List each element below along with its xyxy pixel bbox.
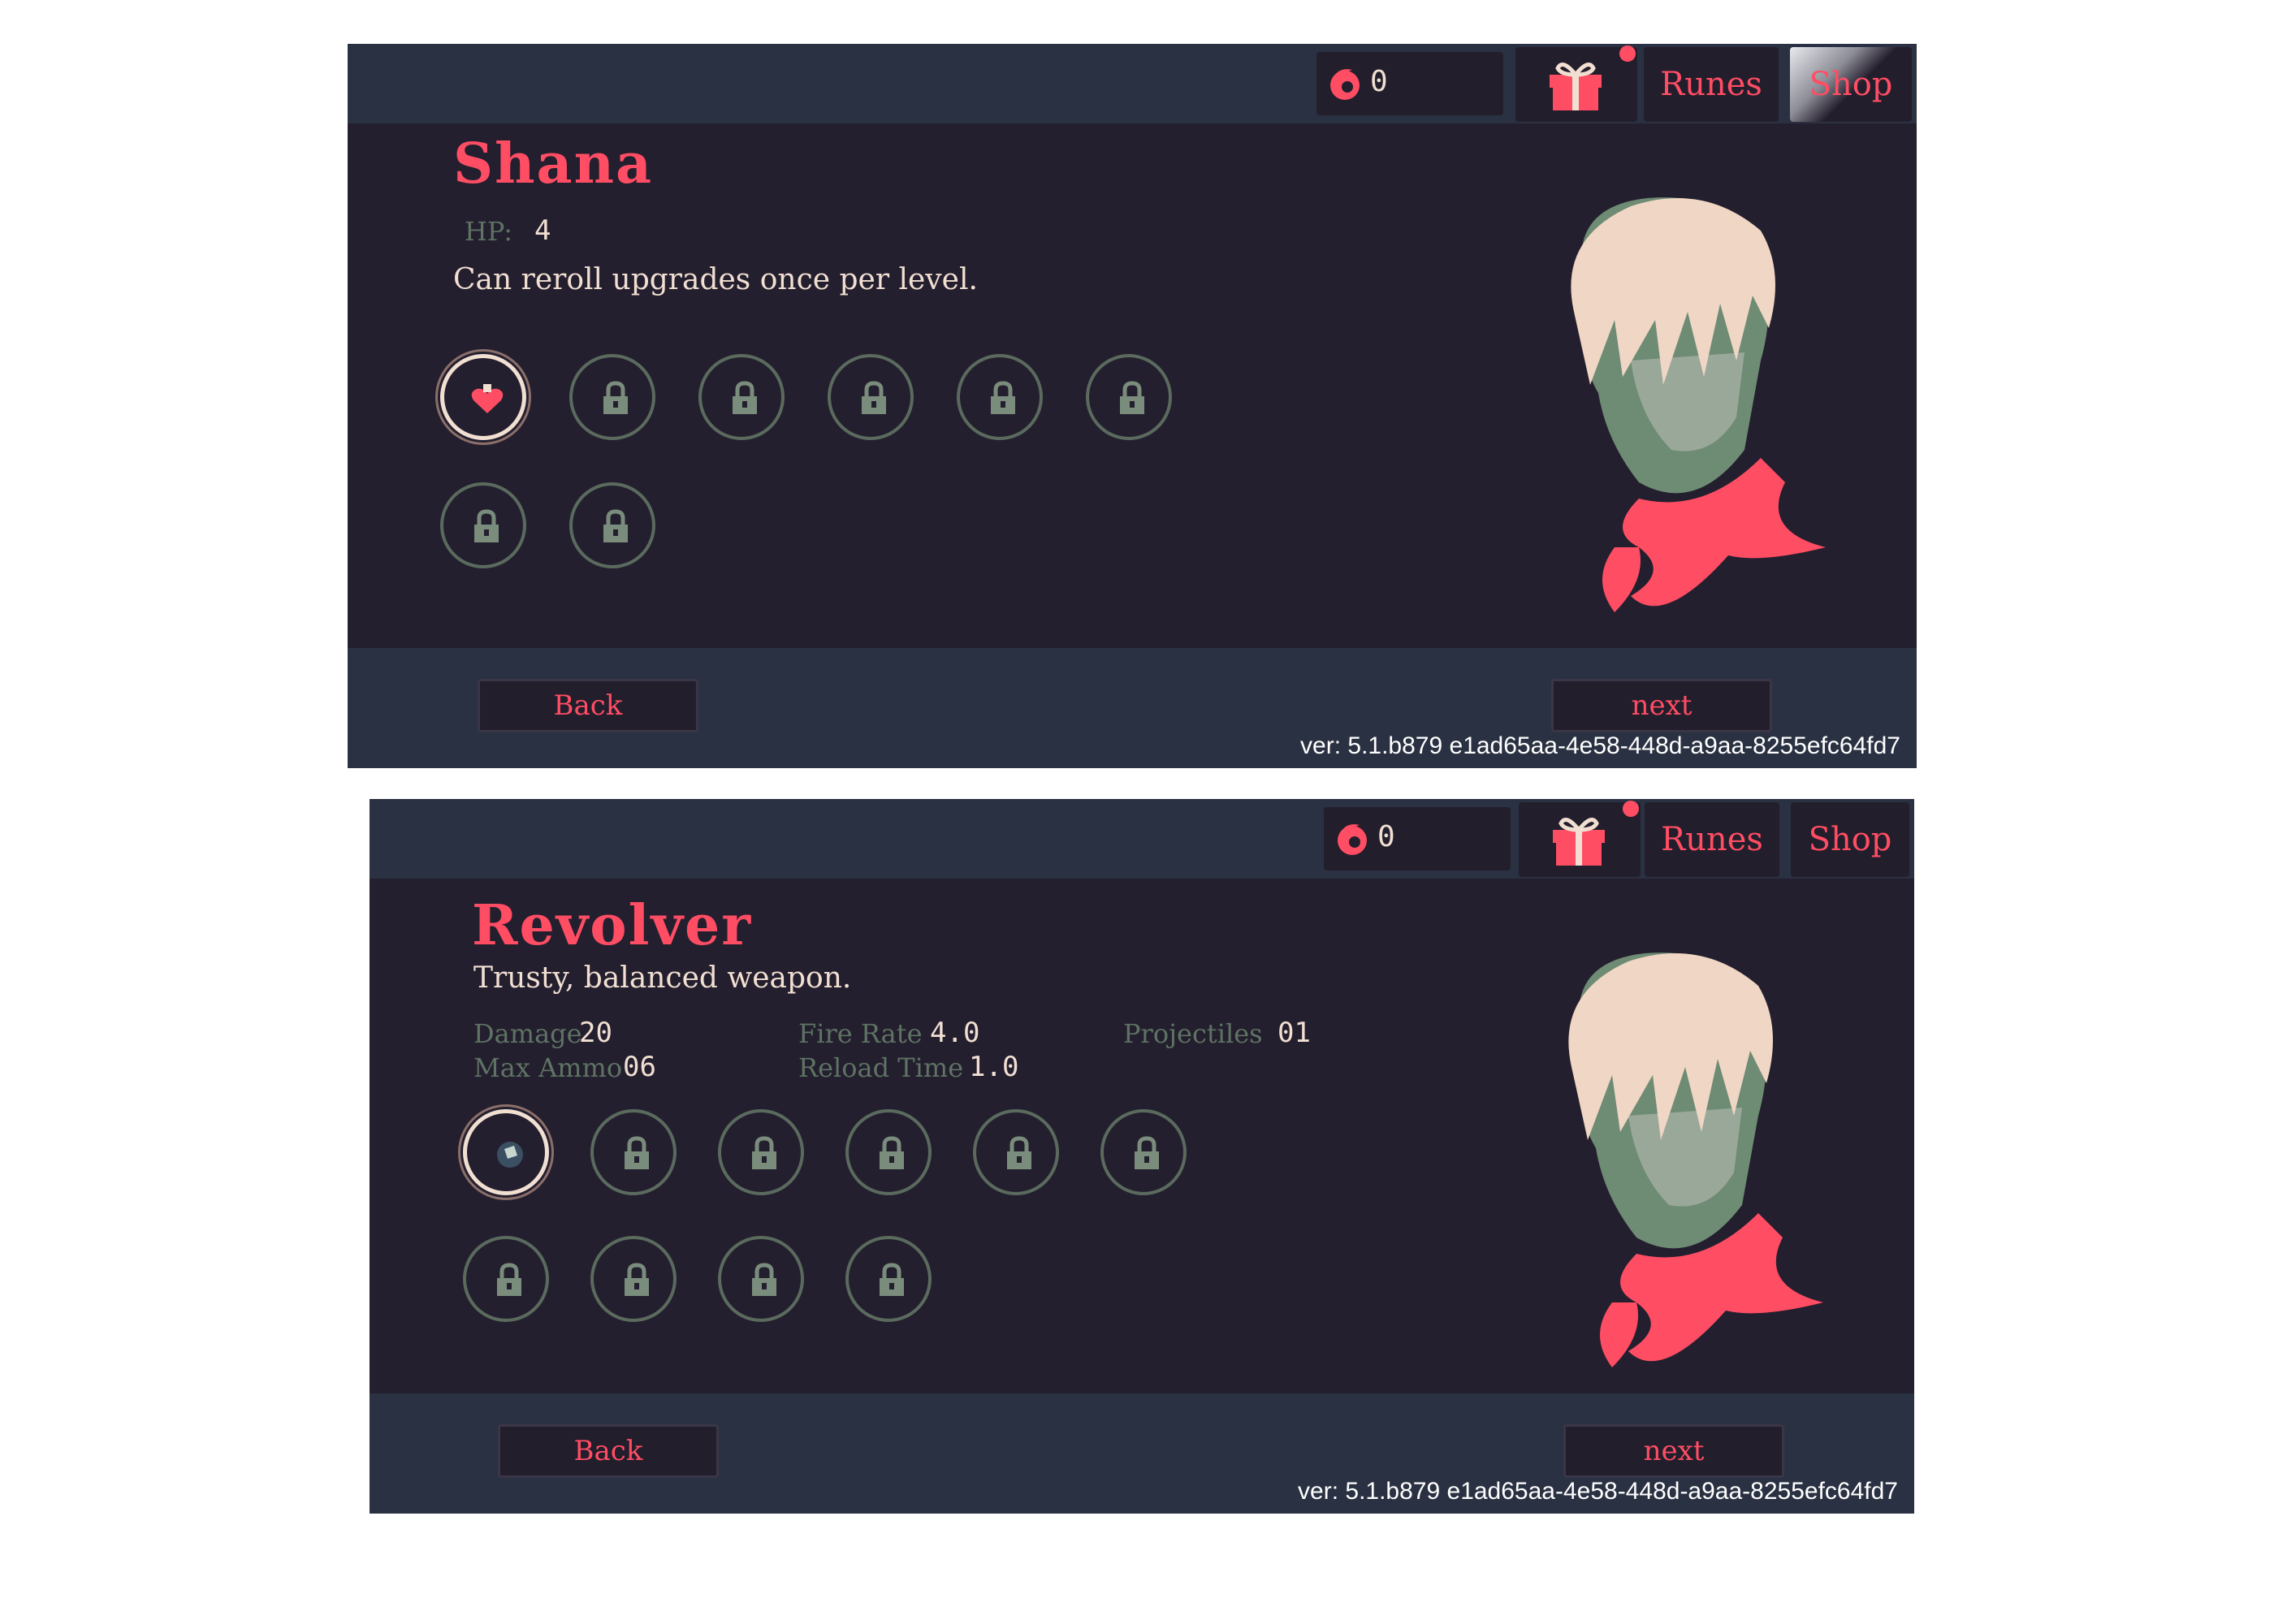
character-portrait bbox=[1568, 952, 1823, 1367]
lock-icon bbox=[733, 381, 757, 414]
gift-button[interactable] bbox=[1519, 801, 1641, 877]
lock-icon bbox=[752, 1263, 776, 1296]
back-button[interactable]: Back bbox=[498, 1424, 719, 1478]
next-button[interactable]: next bbox=[1563, 1424, 1784, 1478]
projectiles-value: 01 bbox=[1278, 1017, 1311, 1049]
upgrade-slot-selected[interactable] bbox=[440, 354, 526, 440]
lock-icon bbox=[880, 1263, 904, 1296]
hp-value: 4 bbox=[534, 214, 551, 247]
upgrade-slot-locked[interactable] bbox=[590, 1109, 677, 1195]
lock-icon bbox=[1120, 381, 1144, 414]
lock-icon bbox=[625, 1263, 649, 1296]
upgrade-slot-locked[interactable] bbox=[1086, 354, 1172, 440]
fire-rate-value: 4.0 bbox=[930, 1017, 980, 1049]
runes-button[interactable]: Runes bbox=[1645, 802, 1779, 877]
next-button[interactable]: next bbox=[1551, 679, 1772, 732]
shop-button[interactable]: Shop bbox=[1791, 802, 1909, 877]
top-bar: 0 Runes Shop bbox=[370, 799, 1914, 879]
version-text: ver: 5.1.b879 e1ad65aa-4e58-448d-a9aa-82… bbox=[1300, 732, 1900, 759]
upgrade-slot-locked[interactable] bbox=[957, 354, 1043, 440]
upgrade-slot-locked[interactable] bbox=[845, 1236, 932, 1322]
character-name: Shana bbox=[453, 132, 654, 197]
lock-icon bbox=[880, 1136, 904, 1169]
heart-upgrade-icon bbox=[471, 384, 504, 413]
soul-coin-icon bbox=[1330, 69, 1360, 100]
upgrade-slot-locked[interactable] bbox=[828, 354, 914, 440]
weapon-name: Revolver bbox=[472, 893, 753, 958]
bottom-bar: Back next ver: 5.1.b879 e1ad65aa-4e58-44… bbox=[370, 1393, 1914, 1514]
shop-button[interactable]: Shop bbox=[1790, 47, 1912, 122]
weapon-description: Trusty, balanced weapon. bbox=[473, 961, 852, 995]
upgrade-slot-locked[interactable] bbox=[973, 1109, 1059, 1195]
upgrade-slot-locked[interactable] bbox=[1100, 1109, 1187, 1195]
bullet-upgrade-icon bbox=[497, 1142, 523, 1168]
currency-display: 0 bbox=[1324, 807, 1511, 870]
top-bar: 0 Runes Shop bbox=[348, 44, 1917, 123]
soul-coin-icon bbox=[1338, 824, 1367, 855]
character-description: Can reroll upgrades once per level. bbox=[453, 263, 978, 296]
gift-box-icon bbox=[1553, 818, 1605, 866]
upgrade-slot-selected[interactable] bbox=[463, 1109, 549, 1195]
damage-value: 20 bbox=[579, 1017, 612, 1049]
lock-icon bbox=[603, 509, 628, 542]
lock-icon bbox=[603, 381, 628, 414]
fire-rate-label: Fire Rate bbox=[798, 1018, 923, 1049]
lock-icon bbox=[752, 1136, 776, 1169]
hp-label: HP: bbox=[465, 216, 513, 247]
runes-button[interactable]: Runes bbox=[1644, 47, 1779, 122]
back-button[interactable]: Back bbox=[478, 679, 698, 732]
projectiles-label: Projectiles bbox=[1123, 1018, 1263, 1049]
upgrade-slot-locked[interactable] bbox=[845, 1109, 932, 1195]
lock-icon bbox=[1007, 1136, 1031, 1169]
gift-box-icon bbox=[1550, 63, 1602, 110]
reload-time-value: 1.0 bbox=[969, 1051, 1019, 1083]
bottom-bar: Back next ver: 5.1.b879 e1ad65aa-4e58-44… bbox=[348, 648, 1917, 768]
currency-display: 0 bbox=[1316, 52, 1503, 115]
notification-dot bbox=[1619, 45, 1636, 62]
character-portrait bbox=[1571, 197, 1826, 612]
reload-time-label: Reload Time bbox=[798, 1052, 964, 1083]
upgrade-slot-locked[interactable] bbox=[569, 354, 655, 440]
max-ammo-value: 06 bbox=[623, 1051, 656, 1083]
lock-icon bbox=[862, 381, 886, 414]
upgrade-slot-locked[interactable] bbox=[718, 1236, 804, 1322]
currency-value: 0 bbox=[1377, 820, 1395, 853]
lock-icon bbox=[1135, 1136, 1159, 1169]
gift-button[interactable] bbox=[1515, 45, 1637, 122]
lock-icon bbox=[497, 1263, 521, 1296]
currency-value: 0 bbox=[1370, 65, 1388, 98]
upgrade-slot-locked[interactable] bbox=[590, 1236, 677, 1322]
notification-dot bbox=[1623, 801, 1639, 817]
lock-icon bbox=[625, 1136, 649, 1169]
lock-icon bbox=[991, 381, 1015, 414]
lock-icon bbox=[474, 509, 499, 542]
version-text: ver: 5.1.b879 e1ad65aa-4e58-448d-a9aa-82… bbox=[1298, 1478, 1898, 1505]
weapon-select-screen: 0 Runes Shop Revolver Trusty, balanced w… bbox=[370, 799, 1914, 1514]
damage-label: Damage bbox=[473, 1018, 582, 1049]
upgrade-slot-locked[interactable] bbox=[718, 1109, 804, 1195]
max-ammo-label: Max Ammo bbox=[473, 1052, 623, 1083]
upgrade-slot-locked[interactable] bbox=[440, 482, 526, 568]
character-select-screen: 0 Runes Shop Shana HP: 4 Can reroll upgr… bbox=[348, 44, 1917, 768]
upgrade-slot-locked[interactable] bbox=[569, 482, 655, 568]
upgrade-slot-locked[interactable] bbox=[698, 354, 785, 440]
upgrade-slot-locked[interactable] bbox=[463, 1236, 549, 1322]
